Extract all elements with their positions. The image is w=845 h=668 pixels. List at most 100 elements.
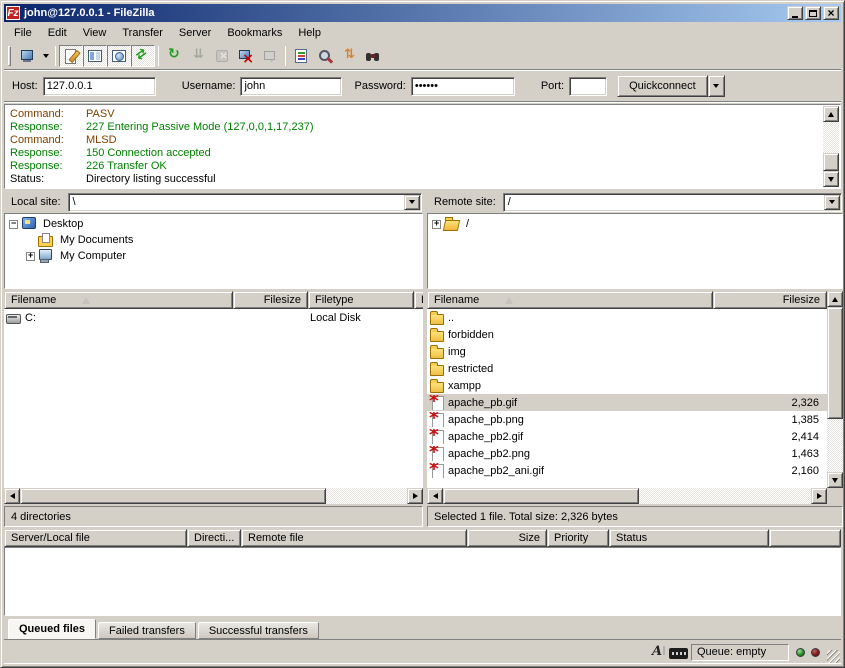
toggle-local-tree-button[interactable] — [83, 45, 107, 67]
column-header[interactable]: Filesize — [233, 291, 308, 309]
menu-item[interactable]: Bookmarks — [219, 25, 290, 41]
username-input[interactable] — [240, 77, 342, 96]
column-header[interactable]: Filesize — [713, 291, 827, 309]
scroll-left-button[interactable] — [4, 488, 20, 504]
close-button[interactable]: × — [823, 6, 839, 20]
site-manager-dropdown-button[interactable] — [39, 45, 52, 67]
menu-item[interactable]: Server — [171, 25, 219, 41]
queue-column-header[interactable]: Directi... — [187, 529, 241, 547]
scroll-down-button[interactable] — [827, 472, 843, 488]
toolbar-separator — [285, 46, 286, 66]
scroll-right-button[interactable] — [811, 488, 827, 504]
queue-body[interactable] — [4, 547, 841, 616]
tree-expander[interactable] — [432, 220, 441, 229]
process-queue-icon — [190, 48, 206, 64]
local-horizontal-scrollbar[interactable] — [4, 488, 423, 504]
filename-cell: C: — [4, 310, 233, 325]
tree-item[interactable]: Desktop — [5, 216, 422, 232]
queue-column-header[interactable]: Priority — [547, 529, 609, 547]
file-row[interactable]: apache_pb.png 1,385 — [427, 411, 827, 428]
local-site-combo[interactable]: \ — [68, 193, 422, 212]
queue-column-header[interactable]: Status — [609, 529, 769, 547]
maximize-button[interactable] — [805, 6, 821, 20]
combo-dropdown-button[interactable] — [404, 195, 420, 210]
remote-vertical-scrollbar[interactable] — [827, 291, 843, 488]
queue-tab[interactable]: Successful transfers — [198, 622, 319, 639]
file-row[interactable]: forbidden — [427, 326, 827, 343]
activity-led-green-icon — [796, 648, 805, 657]
log-scrollbar[interactable] — [823, 106, 839, 187]
queue-tab[interactable]: Queued files — [8, 619, 96, 639]
arrow-right-icon — [413, 493, 418, 499]
tree-item[interactable]: My Documents — [5, 232, 422, 248]
cancel-operation-button[interactable] — [210, 45, 234, 67]
menu-item[interactable]: View — [75, 25, 115, 41]
queue-column-header[interactable]: Server/Local file — [4, 529, 187, 547]
scroll-right-button[interactable] — [407, 488, 423, 504]
toggle-message-log-button[interactable] — [59, 45, 83, 67]
file-row[interactable]: img — [427, 343, 827, 360]
remote-horizontal-scrollbar[interactable] — [427, 488, 827, 504]
queue-column-header[interactable]: Remote file — [241, 529, 467, 547]
reconnect-button[interactable] — [258, 45, 282, 67]
scrollbar-thumb[interactable] — [823, 153, 839, 171]
scroll-up-button[interactable] — [827, 291, 843, 307]
menu-item[interactable]: File — [6, 25, 40, 41]
file-row[interactable]: apache_pb2.png 1,463 — [427, 445, 827, 462]
scrollbar-thumb[interactable] — [827, 307, 843, 419]
resize-grip[interactable] — [827, 650, 840, 663]
site-manager-button[interactable] — [15, 45, 39, 67]
scrollbar-thumb[interactable] — [20, 488, 326, 504]
filter-button[interactable] — [289, 45, 313, 67]
reconnect-icon — [262, 48, 278, 64]
filename-text: .. — [448, 312, 454, 324]
scroll-up-button[interactable] — [823, 106, 839, 122]
host-input[interactable] — [43, 77, 156, 96]
minimize-button[interactable] — [787, 6, 803, 20]
tree-item[interactable]: My Computer — [5, 248, 422, 264]
queue-tab[interactable]: Failed transfers — [98, 622, 196, 639]
remote-site-combo[interactable]: / — [503, 193, 842, 212]
column-header[interactable]: L — [414, 291, 423, 309]
queue-column-header[interactable] — [769, 529, 841, 547]
quickconnect-button[interactable]: Quickconnect — [617, 75, 708, 97]
toggle-remote-tree-button[interactable] — [107, 45, 131, 67]
toolbar-grip[interactable] — [8, 46, 11, 66]
file-row[interactable]: restricted — [427, 360, 827, 377]
scrollbar-thumb[interactable] — [443, 488, 639, 504]
port-input[interactable] — [569, 77, 607, 96]
tree-expander[interactable] — [9, 220, 18, 229]
menu-item[interactable]: Transfer — [114, 25, 171, 41]
password-input[interactable] — [411, 77, 515, 96]
toggle-queue-button[interactable] — [131, 45, 155, 67]
refresh-button[interactable] — [162, 45, 186, 67]
file-row[interactable]: C: Local Disk — [4, 309, 423, 326]
quickconnect-dropdown-button[interactable] — [708, 75, 725, 97]
synchronized-browsing-button[interactable] — [337, 45, 361, 67]
tree-expander[interactable] — [26, 252, 35, 261]
file-row[interactable]: apache_pb2.gif 2,414 — [427, 428, 827, 445]
column-header[interactable]: Filename — [427, 291, 713, 309]
arrow-up-icon — [828, 112, 834, 117]
title-bar[interactable]: Fz john@127.0.0.1 - FileZilla × — [4, 4, 841, 22]
scroll-down-button[interactable] — [823, 171, 839, 187]
tree-item[interactable]: / — [428, 216, 842, 232]
column-header[interactable]: Filename — [4, 291, 233, 309]
sort-ascending-icon — [82, 297, 90, 304]
file-row[interactable]: .. — [427, 309, 827, 326]
compare-directories-button[interactable] — [313, 45, 337, 67]
combo-dropdown-button[interactable] — [824, 195, 840, 210]
menu-item[interactable]: Help — [290, 25, 329, 41]
column-header[interactable]: Filetype — [308, 291, 414, 309]
log-line: Status: Directory listing successful — [10, 173, 822, 186]
file-row[interactable]: apache_pb.gif 2,326 — [427, 394, 827, 411]
scroll-left-button[interactable] — [427, 488, 443, 504]
queue-column-header[interactable]: Size — [467, 529, 547, 547]
file-row[interactable]: xampp — [427, 377, 827, 394]
find-files-button[interactable] — [361, 45, 385, 67]
disconnect-button[interactable] — [234, 45, 258, 67]
file-icon — [429, 395, 445, 410]
file-row[interactable]: apache_pb2_ani.gif 2,160 — [427, 462, 827, 479]
process-queue-button[interactable] — [186, 45, 210, 67]
menu-item[interactable]: Edit — [40, 25, 75, 41]
